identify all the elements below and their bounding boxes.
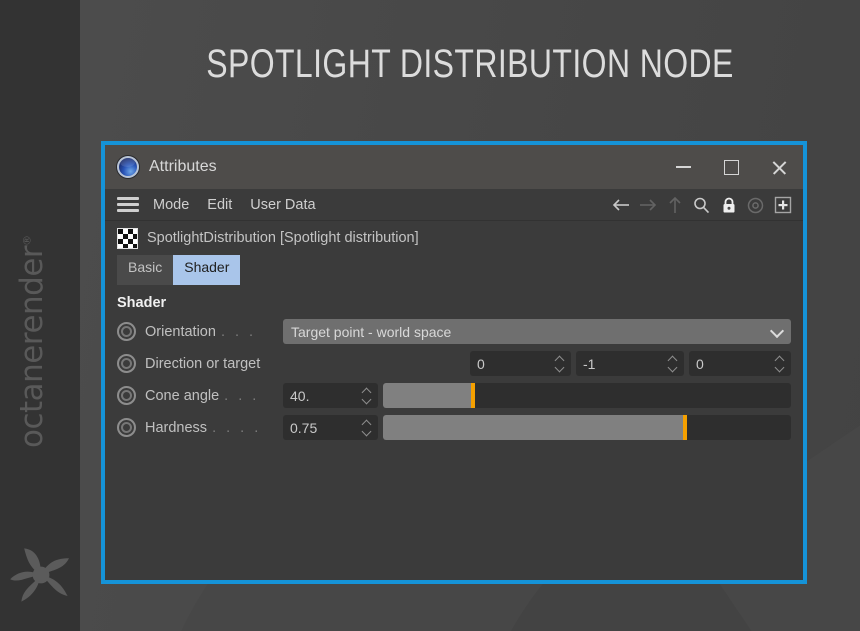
menu-item-mode[interactable]: Mode	[153, 197, 189, 213]
hamburger-icon[interactable]	[117, 197, 139, 212]
orientation-value: Target point - world space	[291, 323, 452, 340]
search-icon[interactable]	[689, 192, 714, 218]
label-dots-orientation: . . .	[220, 323, 257, 340]
hardness-value: 0.75	[290, 419, 318, 436]
chevron-down-icon	[769, 323, 785, 339]
port-orientation-icon[interactable]	[117, 322, 136, 341]
direction-z-field[interactable]: 0	[689, 351, 791, 376]
c4d-sphere-icon	[117, 156, 139, 178]
cone-angle-value: 40.	[290, 387, 310, 404]
minimize-icon	[675, 166, 691, 168]
label-orientation: Orientation	[145, 323, 216, 340]
port-direction-icon[interactable]	[117, 354, 136, 373]
cone-angle-field[interactable]: 40.	[283, 383, 378, 408]
hardness-controls: 0.75	[283, 415, 791, 440]
maximize-icon	[723, 159, 739, 175]
lock-icon[interactable]	[716, 192, 741, 218]
direction-y-value: -1	[583, 355, 596, 372]
brand-wordmark: octanerender®	[14, 188, 50, 448]
label-hardness: Hardness	[145, 419, 208, 436]
node-header-row[interactable]: SpotlightDistribution [Spotlight distrib…	[105, 221, 803, 255]
row-hardness: Hardness . . . . 0.75	[117, 414, 791, 441]
label-dots-cone-angle: . . .	[224, 387, 260, 404]
octane-fan-logo-icon	[6, 540, 76, 610]
page-title: SPOTLIGHT DISTRIBUTION NODE	[206, 42, 734, 86]
window-titlebar[interactable]: Attributes	[105, 145, 803, 189]
port-hardness-icon[interactable]	[117, 418, 136, 437]
row-direction-or-target: Direction or target 0 -1 0	[117, 350, 791, 377]
direction-z-value: 0	[696, 355, 704, 372]
menu-item-edit[interactable]: Edit	[207, 197, 232, 213]
cone-angle-slider-knob[interactable]	[470, 383, 475, 408]
menu-item-user-data[interactable]: User Data	[250, 197, 315, 213]
add-box-icon[interactable]	[770, 192, 795, 218]
hardness-stepper[interactable]	[361, 419, 372, 436]
row-orientation: Orientation . . . Target point - world s…	[117, 318, 791, 345]
cone-angle-slider-fill	[383, 383, 473, 408]
brand-rail: octanerender®	[0, 0, 80, 631]
cone-angle-slider[interactable]	[383, 383, 791, 408]
registered-mark: ®	[20, 235, 34, 246]
window-buttons	[659, 145, 803, 189]
forward-arrow-icon[interactable]	[635, 192, 660, 218]
port-cone-angle-icon[interactable]	[117, 386, 136, 405]
target-circle-icon[interactable]	[743, 192, 768, 218]
cone-angle-stepper[interactable]	[361, 387, 372, 404]
direction-z-stepper[interactable]	[774, 355, 785, 372]
tab-basic[interactable]: Basic	[117, 255, 174, 285]
direction-y-stepper[interactable]	[667, 355, 678, 372]
attributes-body: Shader Orientation . . . Target point - …	[105, 285, 803, 580]
page-root: octanerender® SPOTLIGHT DISTRIBUTION NOD…	[0, 0, 860, 631]
label-direction-or-target: Direction or target	[145, 355, 261, 372]
orientation-dropdown[interactable]: Target point - world space	[283, 319, 791, 344]
tab-shader[interactable]: Shader	[173, 255, 241, 285]
label-dots-hardness: . . . .	[212, 419, 262, 436]
brand-name: octanerender	[14, 245, 50, 448]
hardness-field[interactable]: 0.75	[283, 415, 378, 440]
back-arrow-icon[interactable]	[608, 192, 633, 218]
close-icon	[771, 159, 788, 176]
menu-bar: Mode Edit User Data	[105, 189, 803, 221]
label-cone-angle: Cone angle	[145, 387, 220, 404]
cone-angle-controls: 40.	[283, 383, 791, 408]
hardness-slider-knob[interactable]	[682, 415, 687, 440]
direction-x-field[interactable]: 0	[470, 351, 571, 376]
tab-bar: Basic Shader	[105, 255, 803, 285]
maximize-button[interactable]	[707, 145, 755, 189]
direction-vector-fields: 0 -1 0	[470, 351, 791, 376]
hardness-slider-fill	[383, 415, 685, 440]
direction-y-field[interactable]: -1	[576, 351, 684, 376]
node-label: SpotlightDistribution [Spotlight distrib…	[147, 230, 419, 246]
toolbar-icons	[608, 189, 795, 221]
group-title-shader: Shader	[117, 295, 167, 311]
minimize-button[interactable]	[659, 145, 707, 189]
window-title: Attributes	[149, 158, 217, 175]
up-arrow-icon[interactable]	[662, 192, 687, 218]
direction-x-stepper[interactable]	[554, 355, 565, 372]
checkerboard-icon	[117, 227, 138, 249]
direction-x-value: 0	[477, 355, 485, 372]
attributes-window: Attributes Mode Edit User Data Spotlight…	[105, 145, 803, 580]
hardness-slider[interactable]	[383, 415, 791, 440]
close-button[interactable]	[755, 145, 803, 189]
row-cone-angle: Cone angle . . . 40.	[117, 382, 791, 409]
